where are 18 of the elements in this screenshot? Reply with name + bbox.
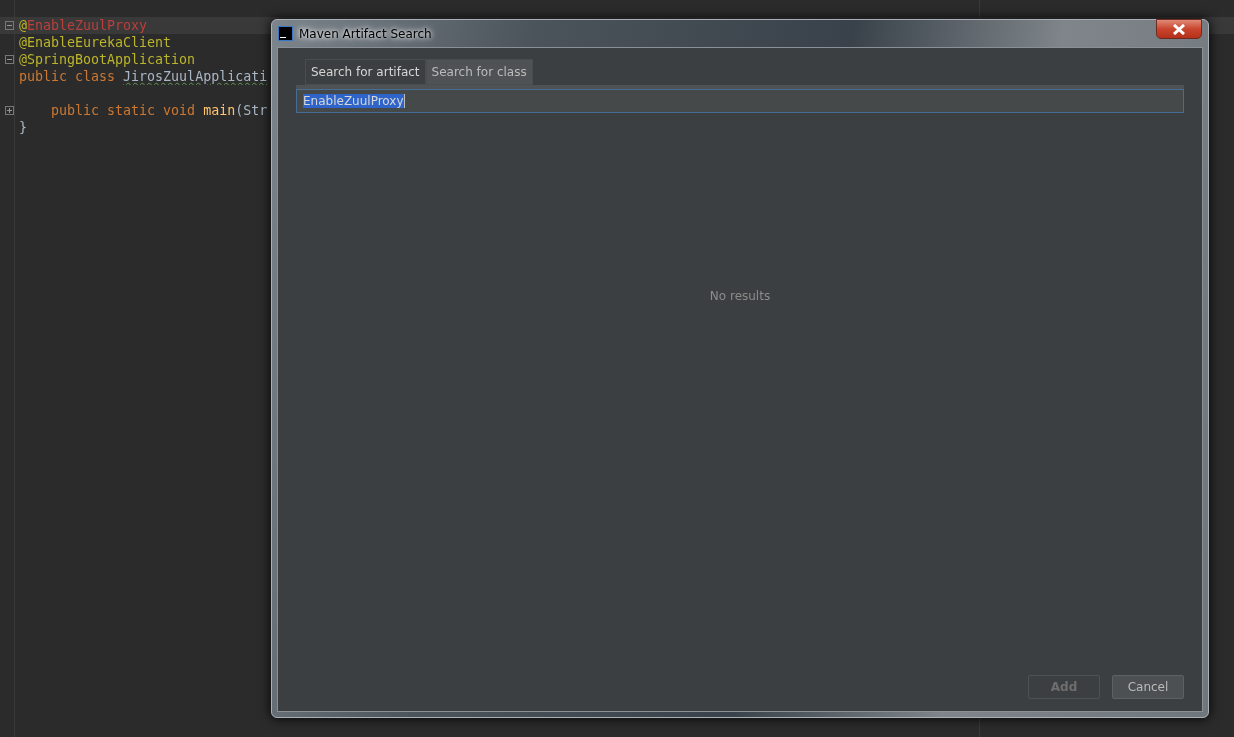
tab[interactable]: Search for class [425, 59, 533, 85]
code-line: public static void main(Str [50, 103, 268, 118]
code-line: @EnableZuulProxy [19, 18, 148, 33]
cancel-button[interactable]: Cancel [1112, 675, 1184, 699]
app-logo-icon [278, 26, 293, 41]
expand-icon[interactable] [5, 106, 14, 115]
code-line: public class JirosZuulApplicati [19, 69, 268, 84]
code-line: } [19, 120, 27, 135]
search-field[interactable]: EnableZuulProxy [296, 89, 1184, 113]
close-icon [1172, 23, 1186, 35]
code-line: @EnableEurekaClient [19, 35, 172, 50]
tab[interactable]: Search for artifact [305, 59, 426, 85]
window-title: Maven Artifact Search [299, 26, 432, 41]
close-button[interactable] [1156, 19, 1202, 39]
collapse-icon[interactable] [5, 55, 14, 64]
collapse-icon[interactable] [5, 21, 14, 30]
empty-message: No results [709, 289, 771, 303]
code-line: @SpringBootApplication [19, 52, 196, 67]
